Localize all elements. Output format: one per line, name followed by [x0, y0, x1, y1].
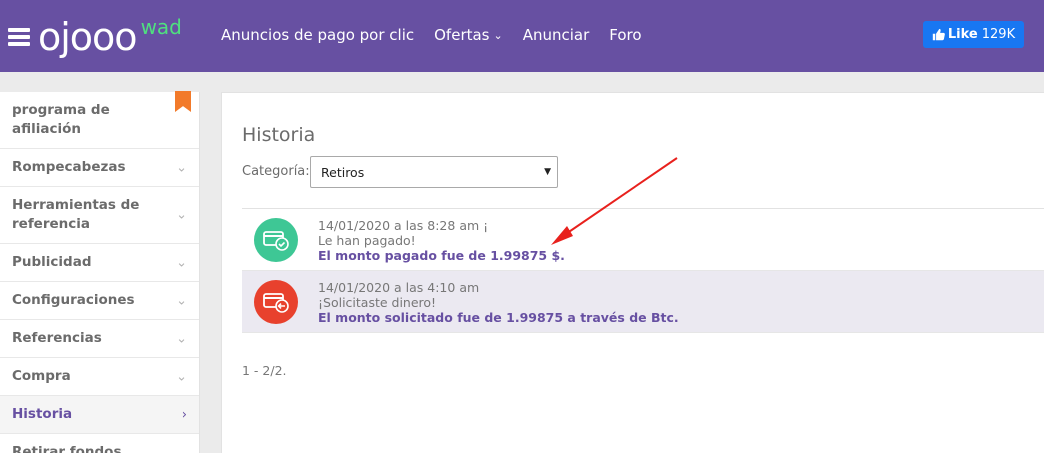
entry-message: Le han pagado! — [318, 233, 416, 248]
chevron-down-icon: ⌄ — [176, 255, 187, 270]
history-entry: 14/01/2020 a las 8:28 am ¡ Le han pagado… — [242, 209, 1044, 271]
menu-icon[interactable] — [8, 28, 30, 46]
sidebar-item-referral-tools[interactable]: Herramientas de referencia ⌄ — [0, 187, 199, 244]
chevron-down-icon: ⌄ — [176, 207, 187, 223]
sidebar-item-history[interactable]: Historia › — [0, 396, 199, 434]
logo[interactable]: ojooo wad — [8, 15, 182, 59]
entry-date: 14/01/2020 a las 4:10 am — [318, 280, 480, 295]
chevron-down-icon: ⌄ — [176, 331, 187, 346]
sidebar-item-puzzles[interactable]: Rompecabezas ⌄ — [0, 149, 199, 187]
nav-item-forum[interactable]: Foro — [609, 26, 641, 44]
payment-requested-icon — [254, 280, 298, 324]
thumbs-up-icon — [932, 28, 945, 41]
nav-item-ppc-ads[interactable]: Anuncios de pago por clic — [221, 26, 414, 44]
history-list: 14/01/2020 a las 8:28 am ¡ Le han pagado… — [242, 208, 1044, 333]
sidebar-item-advertising[interactable]: Publicidad ⌄ — [0, 244, 199, 282]
logo-superscript: wad — [140, 15, 182, 39]
pagination-info: 1 - 2/2. — [242, 363, 287, 378]
page-title: Historia — [242, 124, 316, 146]
chevron-down-icon: ⌄ — [493, 28, 503, 42]
main-panel: Historia Categoría: Retiros ▼ 14/01/2020… — [221, 92, 1044, 453]
sidebar-item-withdraw[interactable]: Retirar fondos ⌄ — [0, 434, 199, 453]
logo-text: ojooo — [38, 15, 138, 59]
history-entry-text: 14/01/2020 a las 4:10 am ¡Solicitaste di… — [318, 280, 679, 325]
category-selected-value: Retiros — [321, 164, 365, 180]
chevron-down-icon: ⌄ — [176, 293, 187, 308]
sidebar: programa de afiliación Rompecabezas ⌄ Her… — [0, 91, 200, 453]
entry-date: 14/01/2020 a las 8:28 am ¡ — [318, 218, 489, 233]
nav-item-advertise[interactable]: Anunciar — [523, 26, 590, 44]
like-label: Like — [947, 27, 978, 42]
chevron-down-icon: ⌄ — [176, 445, 187, 453]
nav-item-offers[interactable]: Ofertas ⌄ — [434, 26, 503, 44]
main-nav: Anuncios de pago por clic Ofertas ⌄ Anunc… — [221, 26, 662, 44]
history-entry-text: 14/01/2020 a las 8:28 am ¡ Le han pagado… — [318, 218, 565, 263]
entry-detail: El monto pagado fue de 1.99875 $. — [318, 248, 565, 263]
category-label: Categoría: — [242, 164, 310, 179]
chevron-right-icon: › — [181, 407, 187, 422]
category-select[interactable]: Retiros ▼ — [310, 156, 558, 188]
top-navbar: ojooo wad Anuncios de pago por clic Ofer… — [0, 0, 1044, 72]
payment-received-icon — [254, 218, 298, 262]
facebook-like-button[interactable]: Like 129K — [923, 21, 1024, 48]
chevron-down-icon: ⌄ — [176, 160, 187, 175]
like-count: 129K — [981, 27, 1016, 42]
entry-detail: El monto solicitado fue de 1.99875 a tra… — [318, 310, 679, 325]
sidebar-item-purchase[interactable]: Compra ⌄ — [0, 358, 199, 396]
chevron-down-icon: ⌄ — [176, 369, 187, 384]
sidebar-item-settings[interactable]: Configuraciones ⌄ — [0, 282, 199, 320]
sidebar-item-referrals[interactable]: Referencias ⌄ — [0, 320, 199, 358]
bookmark-icon — [175, 91, 191, 112]
dropdown-arrow-icon: ▼ — [544, 167, 551, 177]
sidebar-item-affiliate-program[interactable]: programa de afiliación — [0, 91, 199, 149]
entry-message: ¡Solicitaste dinero! — [318, 295, 437, 310]
history-entry: 14/01/2020 a las 4:10 am ¡Solicitaste di… — [242, 271, 1044, 333]
